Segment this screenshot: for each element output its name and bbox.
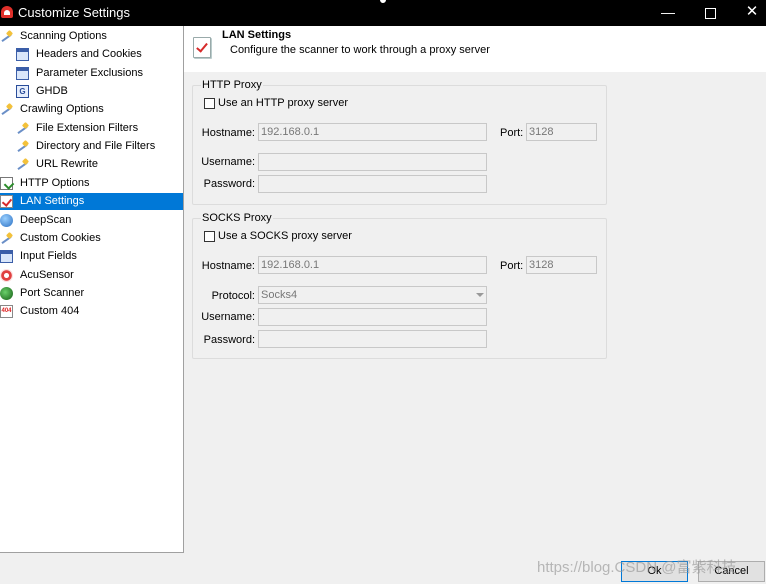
socks-username-label: Username: [201, 311, 255, 323]
page-icon [0, 176, 13, 190]
tree-item-label: GHDB [36, 85, 68, 98]
wand-icon [0, 232, 13, 245]
ghdb-icon: G [16, 85, 29, 99]
socks-proxy-checkbox-label[interactable]: Use a SOCKS proxy server [218, 230, 352, 242]
window-icon [16, 48, 29, 62]
title-bar: Customize Settings — ✕ [0, 0, 766, 26]
watermark: https://blog.CSDN @富紫科技 [537, 559, 737, 576]
globe-icon [0, 213, 13, 227]
socks-protocol-value: Socks4 [261, 289, 298, 301]
tree-item-label: URL Rewrite [36, 158, 98, 171]
chevron-down-icon [476, 293, 484, 297]
tree-item-label: Directory and File Filters [36, 140, 156, 153]
socks-proxy-checkbox[interactable] [204, 231, 215, 242]
socks-username-input[interactable] [258, 308, 487, 326]
http-proxy-checkbox[interactable] [204, 98, 215, 109]
window-icon [16, 66, 29, 80]
tree-item-label: Port Scanner [20, 286, 85, 299]
tree-item-label: Custom 404 [20, 305, 80, 318]
tree-item-label: Crawling Options [20, 103, 104, 116]
tree-item-label: DeepScan [20, 213, 72, 226]
wand-icon [0, 30, 13, 43]
page-title: LAN Settings [222, 29, 292, 41]
http-username-input[interactable] [258, 153, 487, 171]
tree-item-lan-settings[interactable]: LAN Settings [0, 193, 183, 211]
http-password-input[interactable] [258, 175, 487, 193]
http-hostname-label: Hostname: [201, 127, 255, 139]
socks-password-label: Password: [203, 334, 255, 346]
minimize-button[interactable]: — [646, 0, 690, 26]
tree-item-label: HTTP Options [20, 176, 90, 189]
lan-settings-icon [193, 37, 211, 58]
socks-protocol-label: Protocol: [211, 290, 255, 302]
tree-item-label: AcuSensor [20, 268, 74, 281]
app-logo-icon [1, 6, 13, 18]
tree-item-label: Input Fields [20, 250, 77, 263]
wand-icon [0, 103, 13, 116]
http-proxy-checkbox-label[interactable]: Use an HTTP proxy server [218, 97, 348, 109]
window-title: Customize Settings [18, 5, 130, 20]
scanner-icon [0, 286, 13, 300]
socks-port-input[interactable]: 3128 [526, 256, 597, 274]
tree-item-label: Parameter Exclusions [36, 66, 143, 79]
sensor-icon [0, 268, 13, 282]
http-proxy-legend: HTTP Proxy [201, 79, 263, 91]
tree-item-label: Scanning Options [20, 30, 107, 42]
socks-protocol-select[interactable]: Socks4 [258, 286, 487, 304]
http-port-input[interactable]: 3128 [526, 123, 597, 141]
wand-icon [16, 140, 29, 153]
socks-hostname-label: Hostname: [201, 260, 255, 272]
socks-port-label: Port: [500, 260, 524, 272]
check-icon [0, 195, 13, 209]
window-icon [0, 250, 13, 264]
http-password-label: Password: [203, 178, 255, 190]
socks-proxy-legend: SOCKS Proxy [201, 212, 273, 224]
wand-icon [16, 122, 29, 135]
cursor-dot [380, 0, 386, 3]
socks-hostname-input[interactable]: 192.168.0.1 [258, 256, 487, 274]
tree-item-label: LAN Settings [20, 195, 85, 208]
tree-item-label: Custom Cookies [20, 231, 101, 244]
404-icon: 404 [0, 305, 13, 319]
maximize-icon [704, 7, 716, 19]
settings-tree[interactable]: Scanning Options Headers and Cookies Param… [0, 26, 184, 553]
http-username-label: Username: [201, 156, 255, 168]
wand-icon [16, 158, 29, 171]
page-description: Configure the scanner to work through a … [230, 44, 490, 56]
maximize-button[interactable] [688, 0, 732, 26]
tree-item-label: File Extension Filters [36, 121, 139, 134]
socks-password-input[interactable] [258, 330, 487, 348]
page-header: LAN Settings Configure the scanner to wo… [184, 26, 766, 72]
http-hostname-input[interactable]: 192.168.0.1 [258, 123, 487, 141]
http-port-label: Port: [500, 127, 524, 139]
tree-item-label: Headers and Cookies [36, 48, 142, 61]
close-button[interactable]: ✕ [730, 0, 766, 26]
